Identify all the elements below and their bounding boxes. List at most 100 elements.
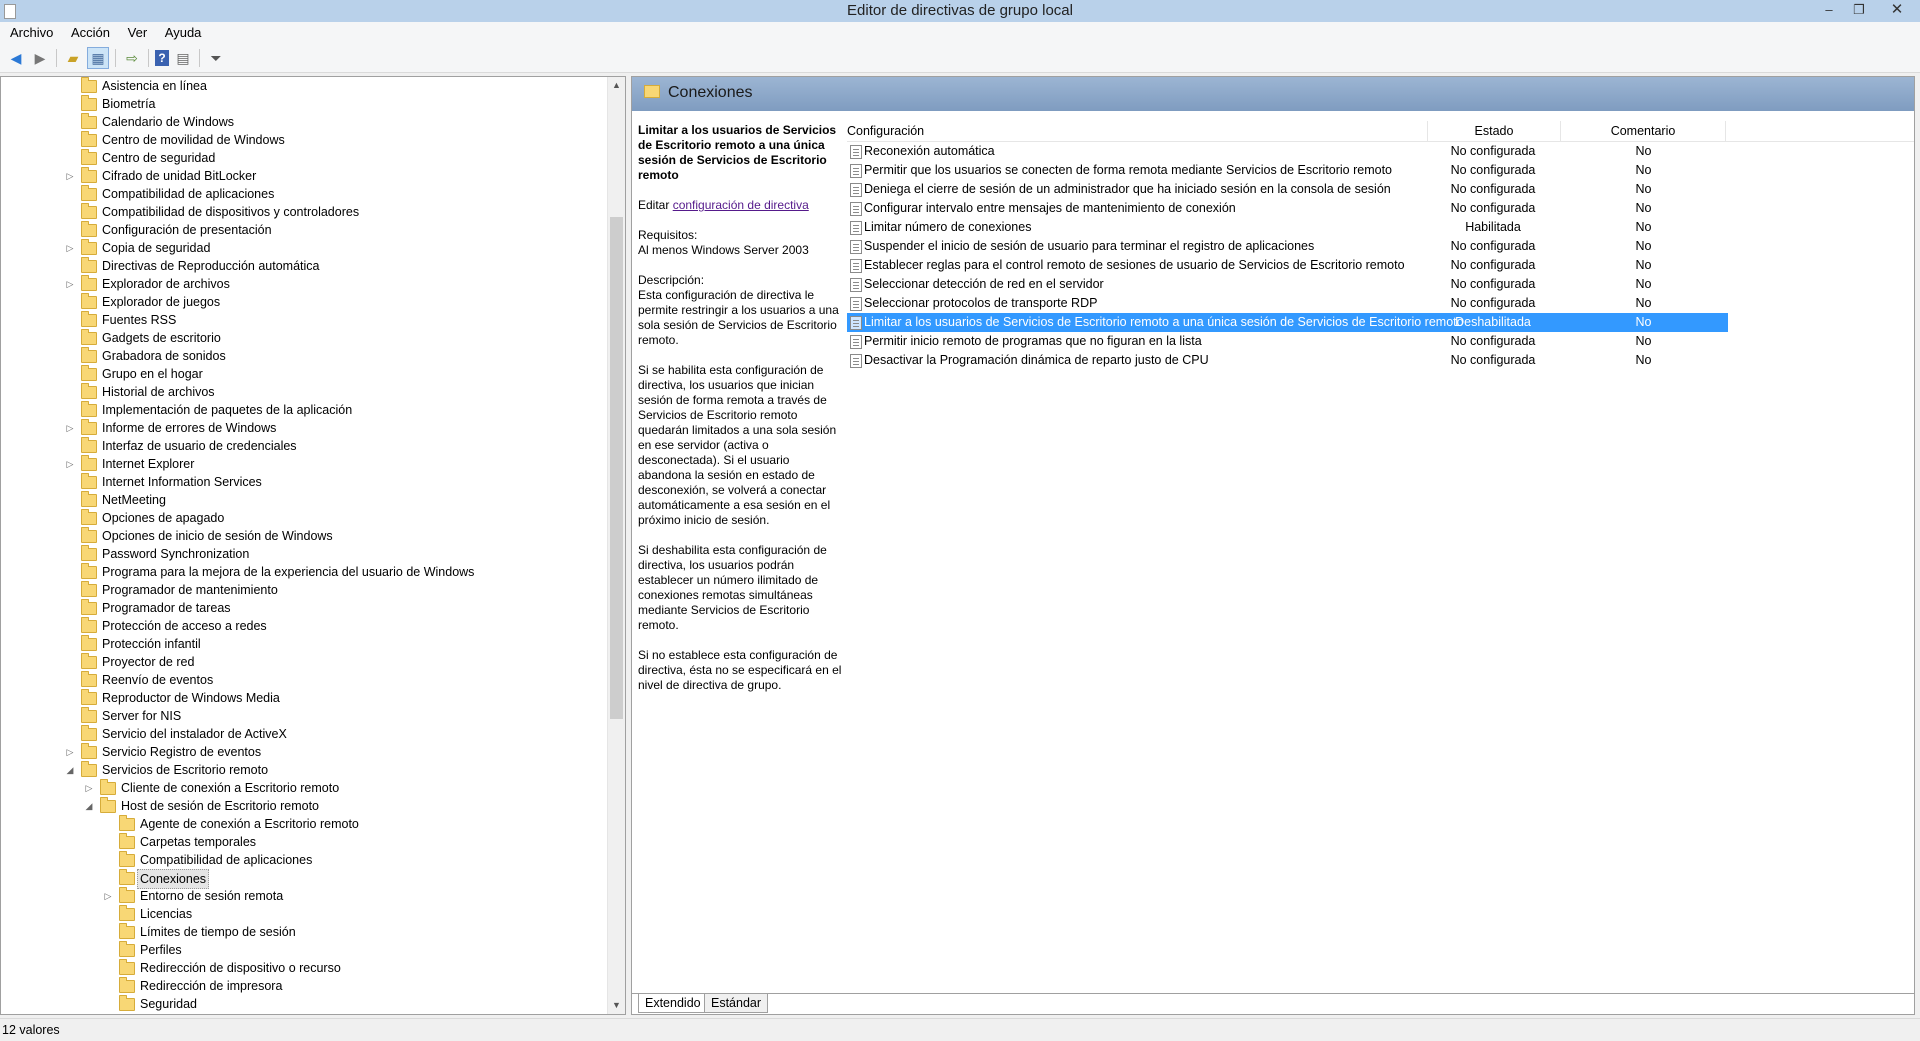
folder-icon [100, 779, 116, 795]
column-header-setting[interactable]: Configuración [847, 121, 924, 141]
tree-item-label: Grabadora de sonidos [102, 349, 226, 363]
tree-item-label: Cifrado de unidad BitLocker [102, 169, 257, 183]
expand-arrow-icon[interactable]: ▷ [65, 167, 75, 185]
policy-title: Limitar a los usuarios de Servicios de E… [638, 123, 837, 182]
folder-icon [81, 707, 97, 723]
maximize-button[interactable]: ❐ [1844, 0, 1874, 22]
folder-icon [81, 95, 97, 111]
filter-icon[interactable]: ⏷ [206, 48, 226, 68]
menu-archivo[interactable]: Archivo [0, 22, 60, 44]
title-bar: Editor de directivas de grupo local – ❐ … [0, 0, 1920, 22]
setting-name: Permitir inicio remoto de programas que … [864, 334, 1202, 348]
setting-state: No configurada [1450, 296, 1536, 310]
folder-icon [119, 851, 135, 867]
description-paragraph: Si se habilita esta configuración de dir… [638, 363, 837, 527]
tab-extendido[interactable]: Extendido [638, 994, 708, 1013]
setting-name: Limitar a los usuarios de Servicios de E… [864, 315, 1464, 329]
app-icon[interactable] [4, 4, 16, 19]
scroll-down-icon[interactable]: ▼ [608, 997, 625, 1014]
policy-setting-icon [850, 278, 862, 292]
setting-row[interactable]: Permitir inicio remoto de programas que … [847, 332, 1914, 351]
setting-state: No configurada [1450, 334, 1536, 348]
collapse-arrow-icon[interactable]: ◢ [65, 761, 75, 779]
setting-row[interactable]: Seleccionar detección de red en el servi… [847, 275, 1914, 294]
setting-comment: No [1635, 144, 1652, 158]
tree-item-label: Licencias [140, 907, 193, 921]
forward-arrow-icon[interactable]: ▶ [30, 48, 50, 68]
folder-icon [81, 275, 97, 291]
setting-row[interactable]: Establecer reglas para el control remoto… [847, 256, 1914, 275]
folder-icon [81, 167, 97, 183]
expand-arrow-icon[interactable]: ▷ [84, 779, 94, 797]
tree-item-label: Informe de errores de Windows [102, 421, 277, 435]
list-header: Configuración Estado Comentario [847, 121, 1914, 142]
tree-item-label: Opciones de apagado [102, 511, 225, 525]
folder-icon [119, 977, 135, 993]
setting-row[interactable]: Seleccionar protocolos de transporte RDP… [847, 294, 1914, 313]
tree-item-label: Internet Explorer [102, 457, 195, 471]
folder-icon [81, 473, 97, 489]
menu-ver[interactable]: Ver [121, 22, 155, 44]
tree-item-label: Entorno de sesión remota [140, 889, 284, 903]
setting-state: No configurada [1450, 258, 1536, 272]
collapse-arrow-icon[interactable]: ◢ [84, 797, 94, 815]
setting-row[interactable]: Permitir que los usuarios se conecten de… [847, 161, 1914, 180]
up-folder-icon[interactable]: ▰ [63, 48, 83, 68]
tree-item-label: Servicios de Escritorio remoto [102, 763, 269, 777]
scroll-up-icon[interactable]: ▲ [608, 77, 625, 94]
setting-row[interactable]: Limitar número de conexiones Habilitada No [847, 218, 1914, 237]
setting-row[interactable]: Suspender el inicio de sesión de usuario… [847, 237, 1914, 256]
setting-state: Habilitada [1465, 220, 1521, 234]
details-pane: Conexiones Limitar a los usuarios de Ser… [631, 76, 1915, 1015]
folder-icon [119, 869, 135, 885]
policy-setting-icon [850, 316, 862, 330]
setting-state: Deshabilitada [1455, 315, 1531, 329]
back-arrow-icon[interactable]: ◀ [6, 48, 26, 68]
window-title: Editor de directivas de grupo local [847, 2, 1073, 19]
expand-arrow-icon[interactable]: ▷ [65, 275, 75, 293]
expand-arrow-icon[interactable]: ▷ [103, 887, 113, 905]
column-header-state[interactable]: Estado [1429, 121, 1559, 141]
tree-item-label: Compatibilidad de aplicaciones [140, 853, 313, 867]
column-header-comment[interactable]: Comentario [1562, 121, 1724, 141]
tree-item-label: Programa para la mejora de la experienci… [102, 565, 475, 579]
expand-arrow-icon[interactable]: ▷ [65, 419, 75, 437]
setting-row[interactable]: Desactivar la Programación dinámica de r… [847, 351, 1914, 370]
folder-icon [644, 85, 660, 98]
toolbar: ◀ ▶ ▰ ▦ ⇨ ? ▤ ⏷ [0, 44, 1920, 73]
expand-arrow-icon[interactable]: ▷ [65, 239, 75, 257]
scroll-thumb[interactable] [610, 217, 623, 719]
expand-arrow-icon[interactable]: ▷ [65, 743, 75, 761]
tree-item-label: Copia de seguridad [102, 241, 211, 255]
tab-estandar[interactable]: Estándar [704, 994, 769, 1013]
menu-ayuda[interactable]: Ayuda [158, 22, 209, 44]
setting-row[interactable]: Limitar a los usuarios de Servicios de E… [847, 313, 1728, 332]
tree-item-label: Cliente de conexión a Escritorio remoto [121, 781, 340, 795]
policy-setting-icon [850, 240, 862, 254]
setting-row[interactable]: Deniega el cierre de sesión de un admini… [847, 180, 1914, 199]
tree-item-label: Carpetas temporales [140, 835, 257, 849]
folder-icon [81, 221, 97, 237]
expand-arrow-icon[interactable]: ▷ [65, 455, 75, 473]
tree-pane: Asistencia en línea Biometría Calendario d… [0, 76, 626, 1015]
properties-icon[interactable]: ▤ [173, 48, 193, 68]
setting-name: Seleccionar protocolos de transporte RDP [864, 296, 1098, 310]
requirements-value: Al menos Windows Server 2003 [638, 243, 809, 257]
tree-scrollbar[interactable]: ▲ ▼ [607, 77, 625, 1014]
setting-name: Reconexión automática [864, 144, 995, 158]
tree-item-label: Programador de mantenimiento [102, 583, 278, 597]
folder-icon [81, 653, 97, 669]
setting-row[interactable]: Reconexión automática No configurada No [847, 142, 1914, 161]
setting-row[interactable]: Configurar intervalo entre mensajes de m… [847, 199, 1914, 218]
tree-item-label: Compatibilidad de dispositivos y control… [102, 205, 360, 219]
edit-policy-link[interactable]: configuración de directiva [673, 198, 809, 212]
close-button[interactable]: ✕ [1874, 0, 1920, 22]
tree-item-label: Interfaz de usuario de credenciales [102, 439, 297, 453]
minimize-button[interactable]: – [1814, 0, 1844, 22]
show-tree-icon[interactable]: ▦ [87, 47, 109, 69]
folder-icon [81, 293, 97, 309]
help-icon[interactable]: ? [155, 50, 169, 66]
export-list-icon[interactable]: ⇨ [122, 48, 142, 68]
tree-item-label: Grupo en el hogar [102, 367, 203, 381]
menu-accion[interactable]: Acción [64, 22, 117, 44]
